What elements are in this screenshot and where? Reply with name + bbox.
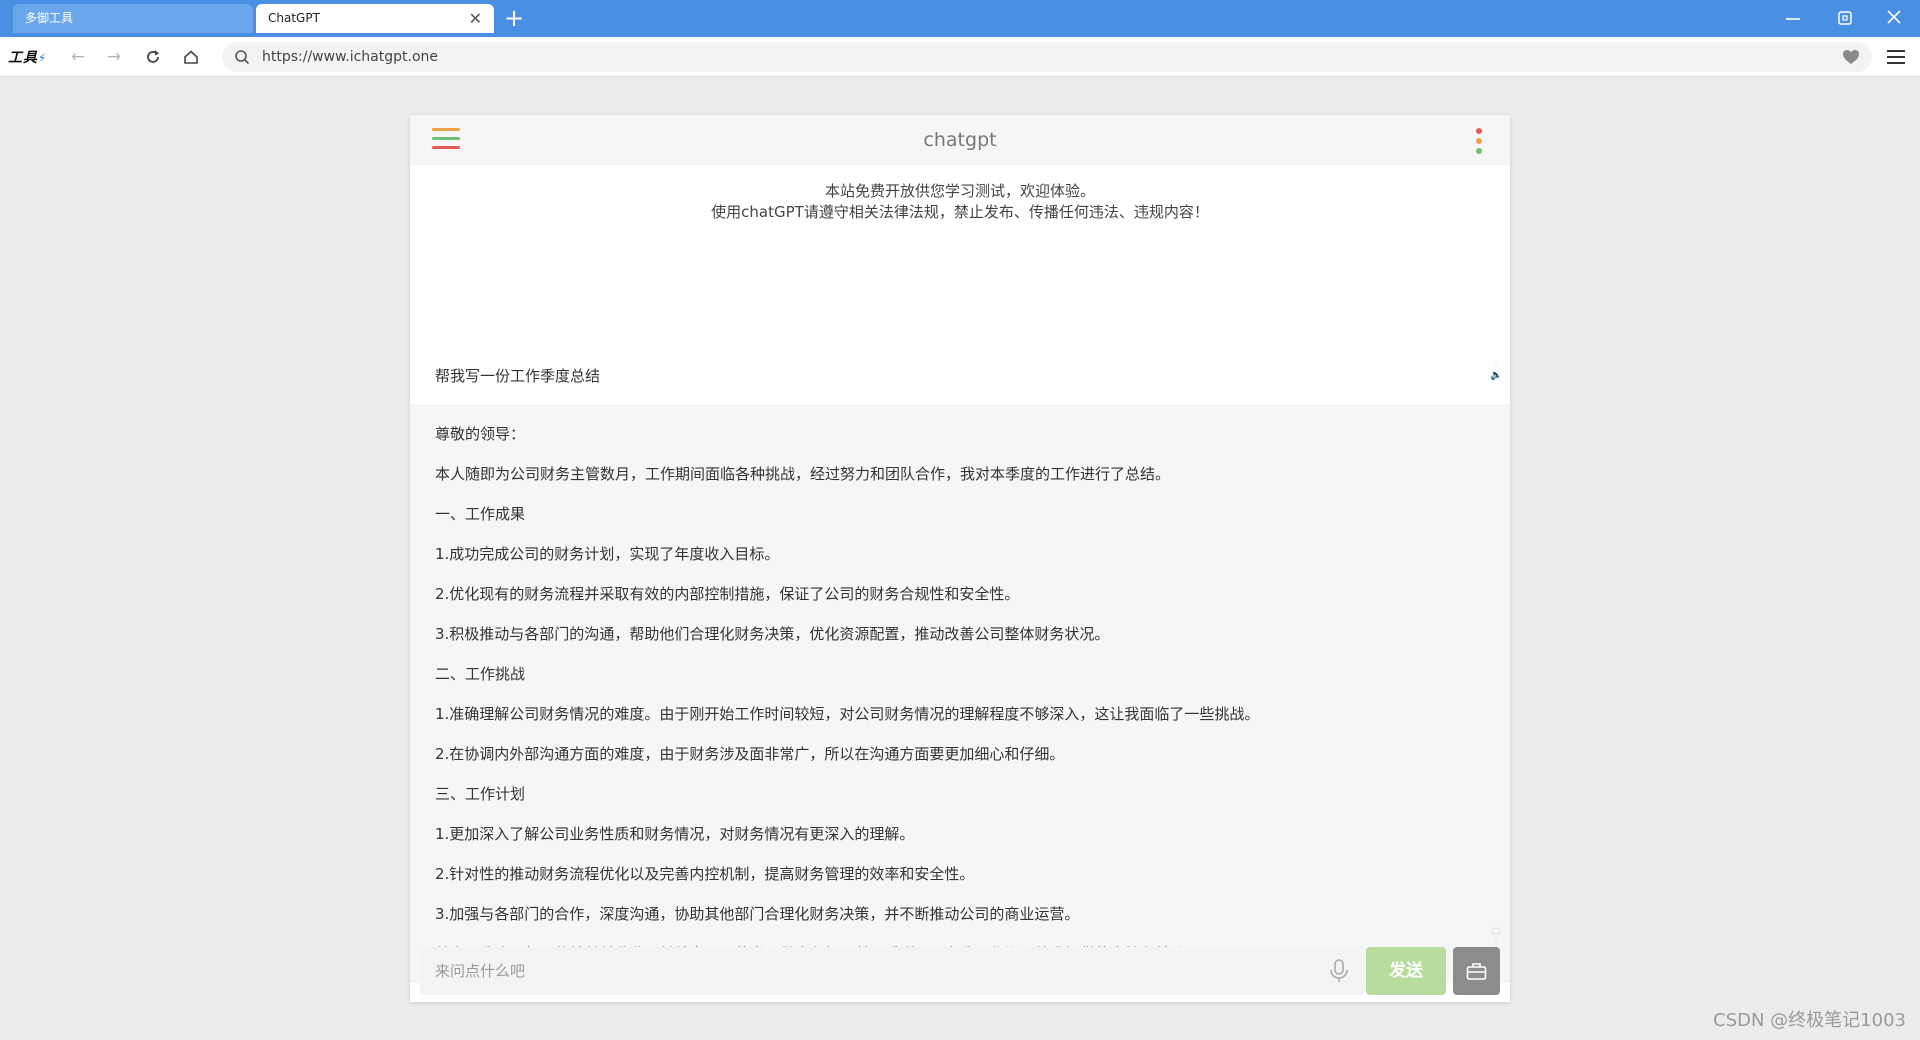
shield-icon[interactable] bbox=[1842, 49, 1860, 65]
lightning-icon: ⚡ bbox=[38, 51, 48, 65]
user-message: 帮我写一份工作季度总结 ⋮ 🔈 bbox=[410, 349, 1510, 404]
bot-line: 本人随即为公司财务主管数月，工作期间面临各种挑战，经过努力和团队合作，我对本季度… bbox=[435, 465, 1171, 483]
toolbox-button[interactable] bbox=[1453, 947, 1500, 995]
browser-toolbar: 工具⚡ ← → https://www.ichatgpt.one bbox=[0, 37, 1920, 77]
browser-logo: 工具⚡ bbox=[8, 47, 47, 67]
speaker-icon[interactable]: 🔈 bbox=[1490, 370, 1502, 381]
microphone-icon[interactable] bbox=[1327, 958, 1351, 984]
more-vertical-icon[interactable]: ⋮ bbox=[1490, 357, 1502, 368]
bot-message: 尊敬的领导： 本人随即为公司财务主管数月，工作期间面临各种挑战，经过努力和团队合… bbox=[410, 404, 1510, 983]
close-icon[interactable]: ✕ bbox=[469, 4, 482, 33]
search-icon bbox=[235, 50, 250, 65]
browser-brand-label: 工具 bbox=[8, 50, 38, 66]
tab-label: 多御工具 bbox=[25, 11, 74, 25]
site-notice: 本站免费开放供您学习测试，欢迎体验。 使用chatGPT请遵守相关法律法规，禁止… bbox=[410, 181, 1510, 223]
bot-line: 一、工作成果 bbox=[435, 505, 526, 523]
send-button[interactable]: 发送 bbox=[1366, 947, 1446, 995]
back-arrow-icon[interactable]: ← bbox=[66, 46, 90, 68]
watermark: CSDN @终极笔记1003 bbox=[1713, 1010, 1906, 1031]
browser-titlebar: 多御工具 ChatGPT ✕ + bbox=[0, 0, 1920, 37]
tab-label: ChatGPT bbox=[268, 11, 320, 25]
bot-line: 2.优化现有的财务流程并采取有效的内部控制措施，保证了公司的财务合规性和安全性。 bbox=[435, 585, 1020, 603]
more-options-icon[interactable] bbox=[1476, 128, 1482, 154]
bot-line: 1.准确理解公司财务情况的难度。由于刚开始工作时间较短，对公司财务情况的理解程度… bbox=[435, 705, 1260, 723]
bot-line: 1.更加深入了解公司业务性质和财务情况，对财务情况有更深入的理解。 bbox=[435, 825, 915, 843]
bot-line: 2.针对性的推动财务流程优化以及完善内控机制，提高财务管理的效率和安全性。 bbox=[435, 865, 975, 883]
briefcase-icon bbox=[1466, 963, 1487, 980]
bot-message-body: 尊敬的领导： 本人随即为公司财务主管数月，工作期间面临各种挑战，经过努力和团队合… bbox=[435, 414, 1475, 974]
bot-line: 3.加强与各部门的合作，深度沟通，协助其他部门合理化财务决策，并不断推动公司的商… bbox=[435, 905, 1080, 923]
tab-duoyu-tools[interactable]: 多御工具 bbox=[13, 4, 253, 33]
chat-input[interactable] bbox=[420, 947, 1300, 995]
chat-header: chatgpt bbox=[410, 115, 1510, 165]
notice-line: 使用chatGPT请遵守相关法律法规，禁止发布、传播任何违法、违规内容！ bbox=[711, 203, 1209, 221]
address-bar[interactable]: https://www.ichatgpt.one bbox=[222, 42, 1872, 72]
notice-line: 本站免费开放供您学习测试，欢迎体验。 bbox=[824, 182, 1095, 200]
browser-menu-icon[interactable] bbox=[1886, 47, 1906, 67]
url-text[interactable]: https://www.ichatgpt.one bbox=[262, 42, 438, 72]
reload-icon[interactable] bbox=[141, 46, 165, 68]
window-close-icon[interactable] bbox=[1879, 5, 1909, 31]
chat-panel: chatgpt 本站免费开放供您学习测试，欢迎体验。 使用chatGPT请遵守相… bbox=[410, 115, 1510, 1002]
bot-line: 3.积极推动与各部门的沟通，帮助他们合理化财务决策，优化资源配置，推动改善公司整… bbox=[435, 625, 1110, 643]
chat-input-box bbox=[420, 947, 1365, 995]
bot-line: 尊敬的领导： bbox=[435, 425, 526, 443]
message-tools: ⋮ 🔈 bbox=[1490, 357, 1502, 381]
new-tab-plus-icon[interactable]: + bbox=[502, 4, 526, 33]
bot-line: 二、工作挑战 bbox=[435, 665, 526, 683]
restore-window-icon[interactable] bbox=[1830, 5, 1860, 31]
bot-line: 1.成功完成公司的财务计划，实现了年度收入目标。 bbox=[435, 545, 780, 563]
bot-line: 三、工作计划 bbox=[435, 785, 526, 803]
forward-arrow-icon[interactable]: → bbox=[102, 46, 126, 68]
tab-chatgpt[interactable]: ChatGPT ✕ bbox=[256, 4, 494, 33]
home-icon[interactable] bbox=[179, 46, 203, 68]
user-message-text: 帮我写一份工作季度总结 bbox=[435, 367, 601, 385]
minimize-icon[interactable] bbox=[1778, 5, 1808, 31]
chat-title: chatgpt bbox=[923, 129, 997, 151]
bot-line: 2.在协调内外部沟通方面的难度，由于财务涉及面非常广，所以在沟通方面要更加细心和… bbox=[435, 745, 1065, 763]
copy-circle-icon[interactable]: ○ bbox=[1490, 926, 1502, 937]
